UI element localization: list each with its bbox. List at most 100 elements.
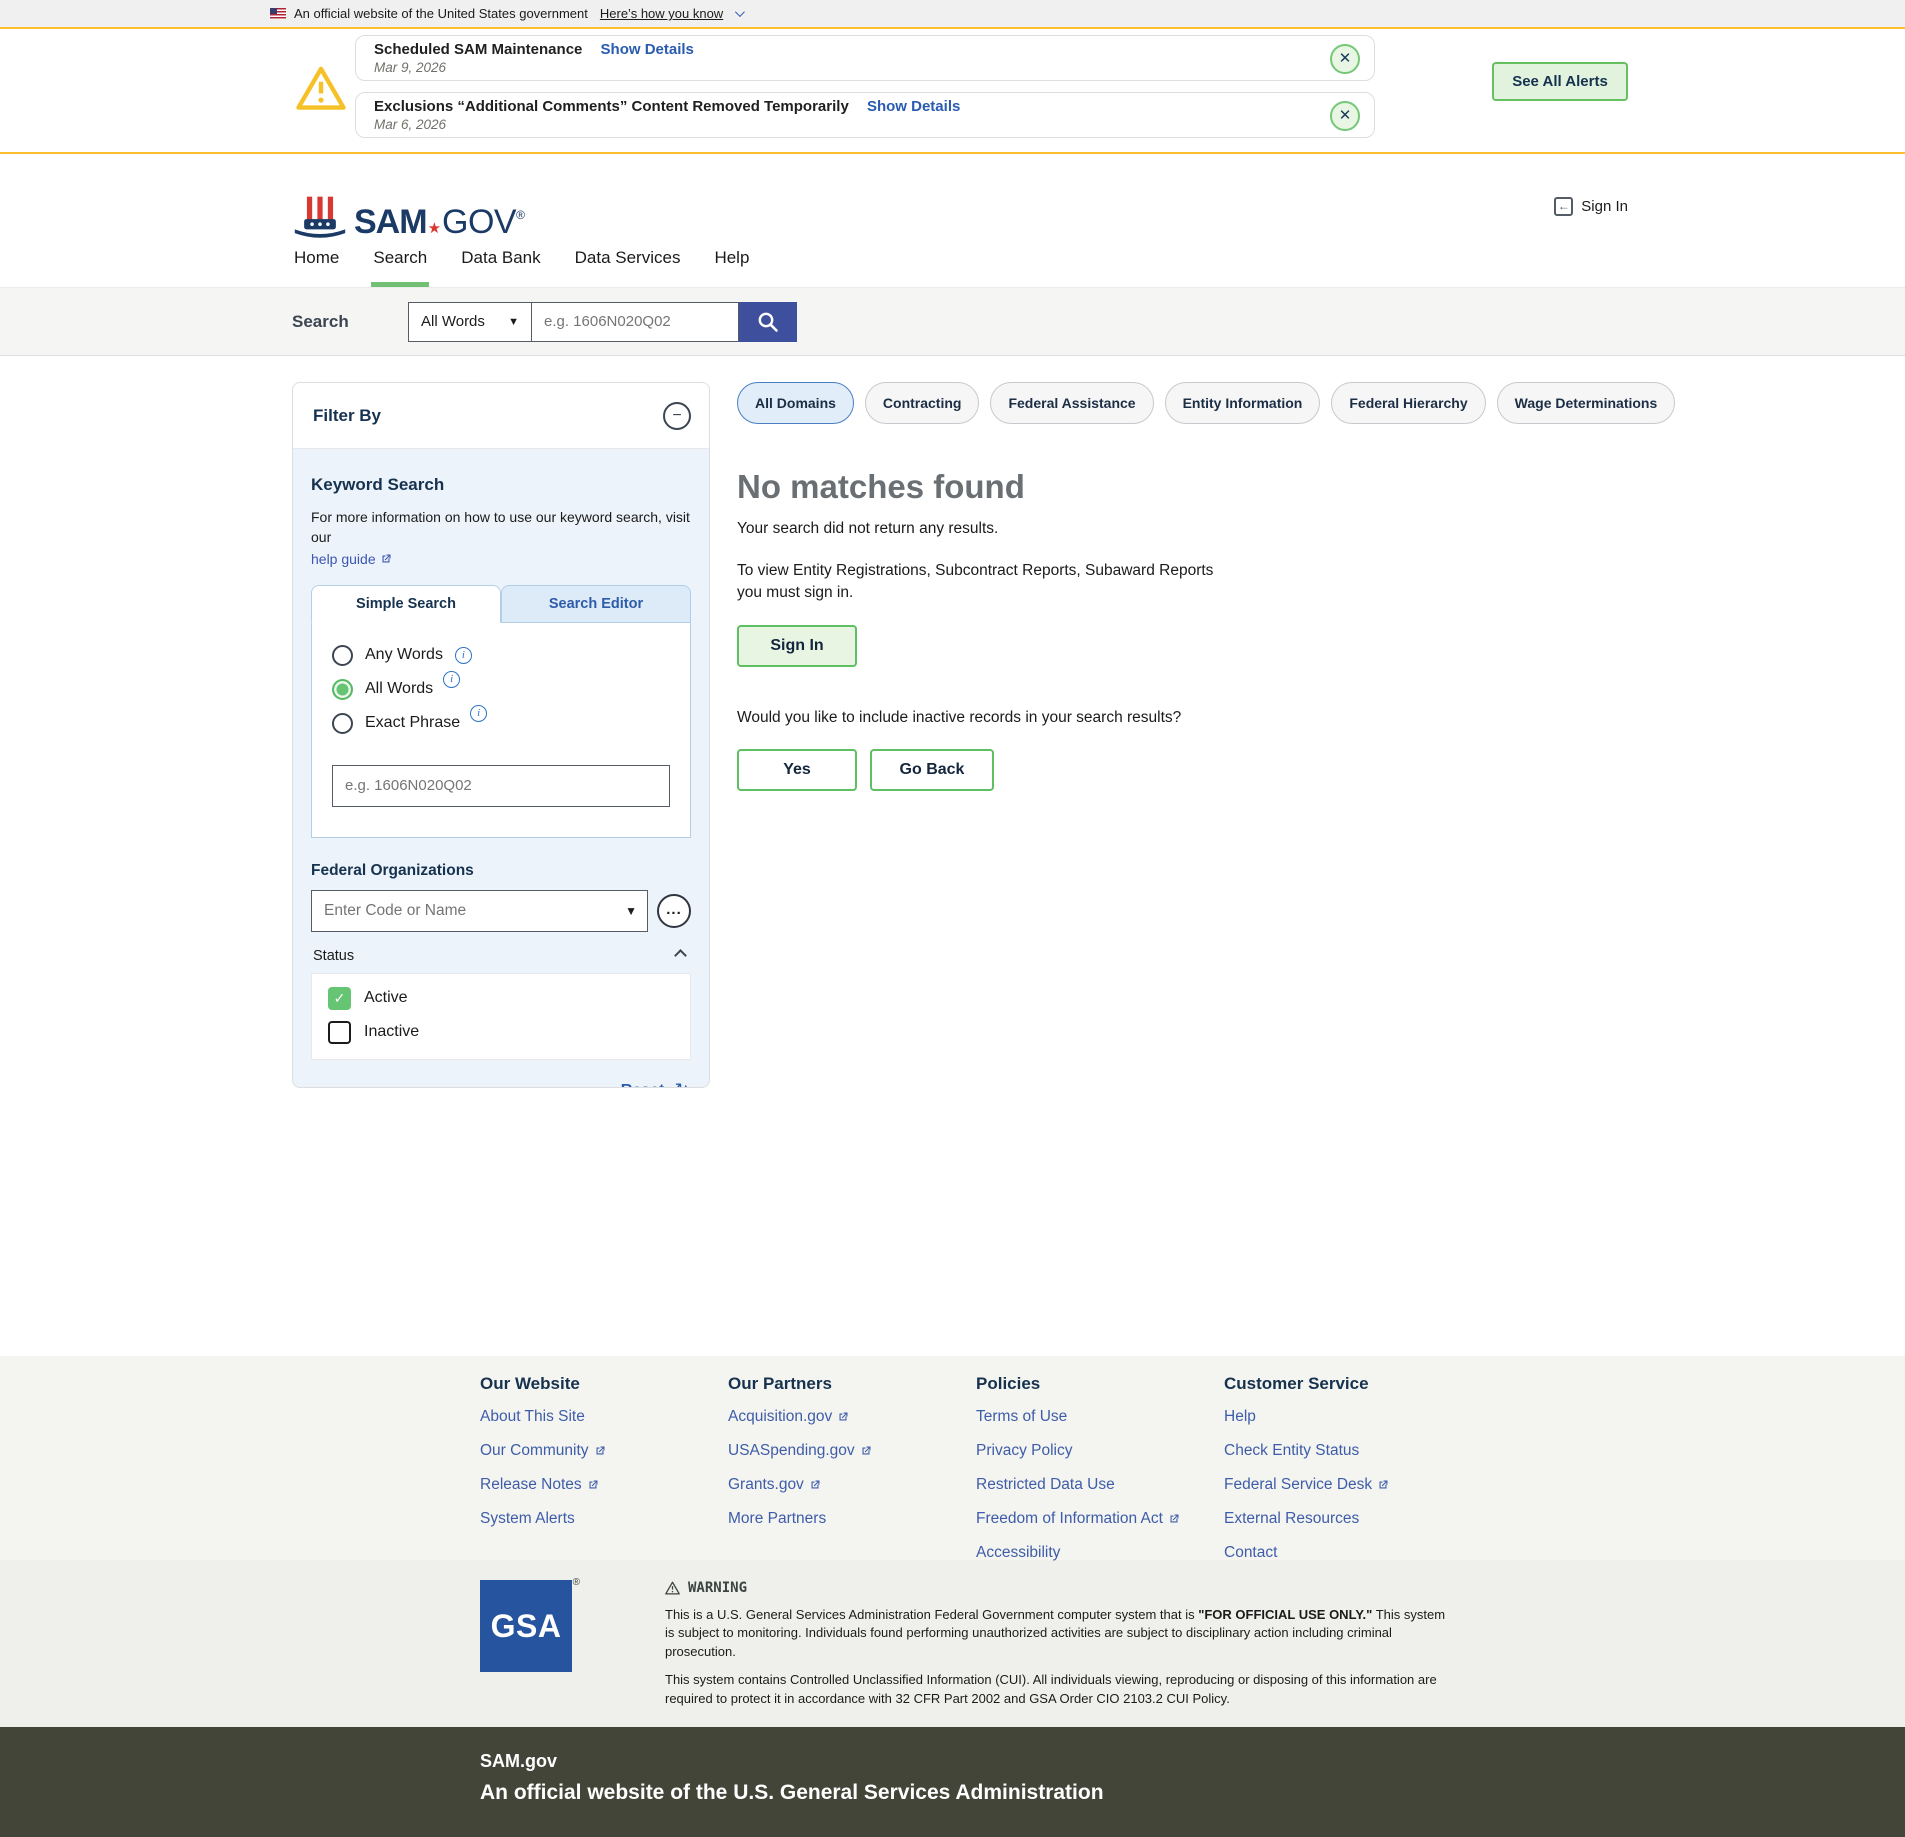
search-submit-button[interactable] xyxy=(739,301,797,342)
warning-triangle-icon xyxy=(665,1581,680,1595)
more-options-button[interactable]: ... xyxy=(657,893,691,928)
bottom-official-text: An official website of the U.S. General … xyxy=(480,1781,1104,1804)
footer-link-foia[interactable]: Freedom of Information Act xyxy=(976,1502,1224,1536)
chevron-down-icon xyxy=(735,7,746,18)
collapse-filter-button[interactable]: − xyxy=(663,401,691,430)
domain-tab-all-domains[interactable]: All Domains xyxy=(737,382,854,424)
domain-tab-federal-assistance[interactable]: Federal Assistance xyxy=(990,382,1154,424)
nav-item-home[interactable]: Home xyxy=(292,246,341,287)
yes-button[interactable]: Yes xyxy=(737,748,857,791)
domain-tab-federal-hierarchy[interactable]: Federal Hierarchy xyxy=(1331,382,1486,424)
help-guide-label: help guide xyxy=(311,550,376,567)
footer-link-usaspending-gov[interactable]: USASpending.gov xyxy=(728,1434,976,1468)
checkbox-active-label: Active xyxy=(364,989,408,1007)
bottom-identity-bar: SAM.gov An official website of the U.S. … xyxy=(0,1727,1905,1837)
footer-link-release-notes[interactable]: Release Notes xyxy=(480,1468,728,1502)
go-back-button[interactable]: Go Back xyxy=(870,748,994,791)
footer-link-restricted-data-use[interactable]: Restricted Data Use xyxy=(976,1468,1224,1502)
domain-tab-entity-information[interactable]: Entity Information xyxy=(1164,382,1321,424)
search-label: Search xyxy=(292,311,349,331)
filter-by-title: Filter By xyxy=(313,405,382,425)
see-all-alerts-button[interactable]: See All Alerts xyxy=(1492,62,1628,101)
federal-org-input[interactable] xyxy=(311,889,648,932)
show-details-link[interactable]: Show Details xyxy=(867,98,960,115)
search-band: Search All Words ▼ xyxy=(0,287,1905,356)
radio-exact-phrase[interactable] xyxy=(332,712,353,734)
search-mode-select[interactable]: All Words ▼ xyxy=(408,301,532,342)
gsa-logo[interactable]: GSA xyxy=(480,1580,572,1672)
sign-in-button[interactable]: Sign In xyxy=(737,624,857,667)
simple-search-panel: Any Words i All Words i Exact Phrase i xyxy=(311,622,691,838)
footer-link-external-resources[interactable]: External Resources xyxy=(1224,1502,1389,1536)
alert-exclusions: Exclusions “Additional Comments” Content… xyxy=(355,92,1375,138)
external-link-icon xyxy=(596,1446,605,1455)
footer-link-check-entity-status[interactable]: Check Entity Status xyxy=(1224,1434,1389,1468)
uncle-sam-hat-icon xyxy=(294,196,346,238)
status-filter-box: ✓ Active Inactive xyxy=(311,972,691,1060)
tab-simple-search[interactable]: Simple Search xyxy=(311,584,501,623)
footer-link-about-this-site[interactable]: About This Site xyxy=(480,1400,728,1434)
footer-link-accessibility[interactable]: Accessibility xyxy=(976,1536,1224,1570)
info-icon[interactable]: i xyxy=(443,670,461,688)
status-label: Status xyxy=(313,947,355,964)
footer-column-our-website: Our Website About This Site Our Communit… xyxy=(480,1366,728,1560)
external-link-icon xyxy=(839,1412,848,1421)
help-guide-link[interactable]: help guide xyxy=(311,551,392,567)
alert-maintenance: Scheduled SAM Maintenance Show Details M… xyxy=(355,35,1375,81)
radio-any-words[interactable] xyxy=(332,644,353,666)
external-link-icon xyxy=(811,1480,820,1489)
footer-link-contact[interactable]: Contact xyxy=(1224,1536,1389,1570)
radio-exact-phrase-label: Exact Phrase xyxy=(365,714,461,732)
radio-all-words[interactable] xyxy=(332,678,353,700)
footer-link-our-community[interactable]: Our Community xyxy=(480,1434,728,1468)
sign-in-label: Sign In xyxy=(1581,197,1628,215)
keyword-info-text: For more information on how to use our k… xyxy=(311,509,690,546)
logo-star-icon: ★ xyxy=(427,220,442,237)
gov-banner-text: An official website of the United States… xyxy=(294,6,588,21)
domain-tab-contracting[interactable]: Contracting xyxy=(864,382,980,424)
logo-registered-mark: ® xyxy=(516,208,525,222)
search-input[interactable] xyxy=(532,301,739,342)
footer-link-federal-service-desk[interactable]: Federal Service Desk xyxy=(1224,1468,1389,1502)
chevron-up-icon[interactable] xyxy=(674,949,687,962)
show-details-link[interactable]: Show Details xyxy=(601,41,694,58)
close-icon[interactable]: ✕ xyxy=(1330,101,1360,131)
footer-heading: Our Website xyxy=(480,1374,580,1393)
footer-link-system-alerts[interactable]: System Alerts xyxy=(480,1502,728,1536)
info-icon[interactable]: i xyxy=(470,704,488,722)
footer-column-our-partners: Our Partners Acquisition.gov USASpending… xyxy=(728,1366,976,1560)
nav-item-search[interactable]: Search xyxy=(371,246,430,287)
logo-gov-text: GOV xyxy=(442,203,517,241)
footer-link-privacy-policy[interactable]: Privacy Policy xyxy=(976,1434,1224,1468)
footer-link-acquisition-gov[interactable]: Acquisition.gov xyxy=(728,1400,976,1434)
checkbox-active[interactable]: ✓ xyxy=(328,986,351,1010)
footer-link-help[interactable]: Help xyxy=(1224,1400,1389,1434)
sign-in-required-text: To view Entity Registrations, Subcontrac… xyxy=(737,562,1214,602)
footer-heading: Policies xyxy=(976,1374,1041,1393)
filter-panel: Filter By − Keyword Search For more info… xyxy=(292,382,710,1088)
external-link-icon xyxy=(1170,1514,1179,1523)
domain-tab-wage-determinations[interactable]: Wage Determinations xyxy=(1496,382,1676,424)
info-icon[interactable]: i xyxy=(454,646,472,664)
nav-item-data-services[interactable]: Data Services xyxy=(573,246,683,287)
checkbox-inactive[interactable] xyxy=(328,1020,351,1044)
search-mode-value: All Words xyxy=(421,313,485,330)
footer-link-more-partners[interactable]: More Partners xyxy=(728,1502,976,1536)
no-matches-heading: No matches found xyxy=(737,468,1025,505)
reset-filters-link[interactable]: Reset xyxy=(621,1082,665,1087)
tab-search-editor[interactable]: Search Editor xyxy=(501,584,691,623)
footer-link-grants-gov[interactable]: Grants.gov xyxy=(728,1468,976,1502)
alert-date: Mar 9, 2026 xyxy=(374,60,447,75)
nav-item-data-bank[interactable]: Data Bank xyxy=(459,246,542,287)
include-inactive-question: Would you like to include inactive recor… xyxy=(737,708,1182,726)
close-icon[interactable]: ✕ xyxy=(1330,44,1360,74)
nav-item-help[interactable]: Help xyxy=(712,246,751,287)
keyword-input[interactable] xyxy=(332,764,670,807)
sam-gov-logo[interactable]: SAM ★ GOV ® xyxy=(292,172,525,246)
external-link-icon xyxy=(382,554,391,563)
refresh-icon: ↻ xyxy=(675,1080,689,1087)
logo-sam-text: SAM xyxy=(354,203,428,241)
how-you-know-link[interactable]: Here’s how you know xyxy=(600,6,723,21)
sign-in-link[interactable]: ← Sign In xyxy=(1554,194,1628,218)
footer-link-terms-of-use[interactable]: Terms of Use xyxy=(976,1400,1224,1434)
